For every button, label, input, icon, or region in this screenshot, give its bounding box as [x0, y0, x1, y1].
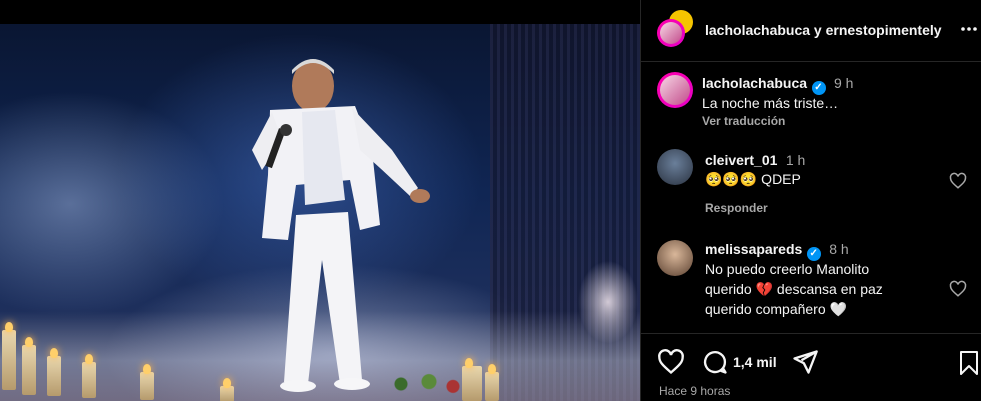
caption-header: lacholachabuca ✓ 9 h [702, 75, 853, 95]
comment-username[interactable]: cleivert_01 [705, 152, 777, 168]
comment-avatar[interactable] [657, 149, 693, 185]
post-side-panel: lacholachabuca y ernestopimentely lachol… [640, 0, 981, 401]
comment-like-icon[interactable] [949, 172, 967, 190]
comment-text-line: No puedo creerlo Manolito [705, 261, 870, 277]
caption-text: La noche más triste… [702, 95, 839, 111]
comment-time: 1 h [785, 152, 806, 168]
singer-figure [252, 59, 430, 392]
post-photo[interactable] [0, 0, 640, 401]
post-timestamp: Hace 9 horas [659, 384, 731, 398]
comment-header: cleivert_01 1 h [705, 152, 805, 170]
comment-text: 🥺🥺🥺 QDEP [705, 171, 801, 187]
comment-avatar[interactable] [657, 240, 693, 276]
caption-time: 9 h [833, 75, 854, 91]
caption-username[interactable]: lacholachabuca [702, 75, 807, 91]
caption-avatar[interactable] [657, 72, 693, 108]
post-action-bar: 1,4 mil Hace 9 horas [641, 333, 981, 401]
comment-count[interactable]: 1,4 mil [733, 354, 777, 370]
save-bookmark-icon[interactable] [957, 349, 981, 377]
comment-text-line: querido compañero 🤍 [705, 301, 847, 317]
author-avatar[interactable] [657, 19, 685, 47]
share-send-icon[interactable] [791, 348, 819, 376]
comment-username[interactable]: melissapareds [705, 241, 802, 257]
like-heart-icon[interactable] [657, 348, 685, 376]
reply-button[interactable]: Responder [705, 201, 768, 215]
post-header: lacholachabuca y ernestopimentely [641, 0, 981, 62]
comment-header: melissapareds ✓ 8 h [705, 241, 849, 261]
more-horizontal-icon[interactable] [959, 21, 979, 37]
comment-text-line: querido 💔 descansa en paz [705, 281, 883, 297]
post-authors[interactable]: lacholachabuca y ernestopimentely [705, 22, 942, 38]
comment-time: 8 h [829, 241, 849, 257]
comment-bubble-icon[interactable] [701, 348, 729, 376]
comment-like-icon[interactable] [949, 280, 967, 298]
translate-link[interactable]: Ver traducción [702, 114, 785, 128]
